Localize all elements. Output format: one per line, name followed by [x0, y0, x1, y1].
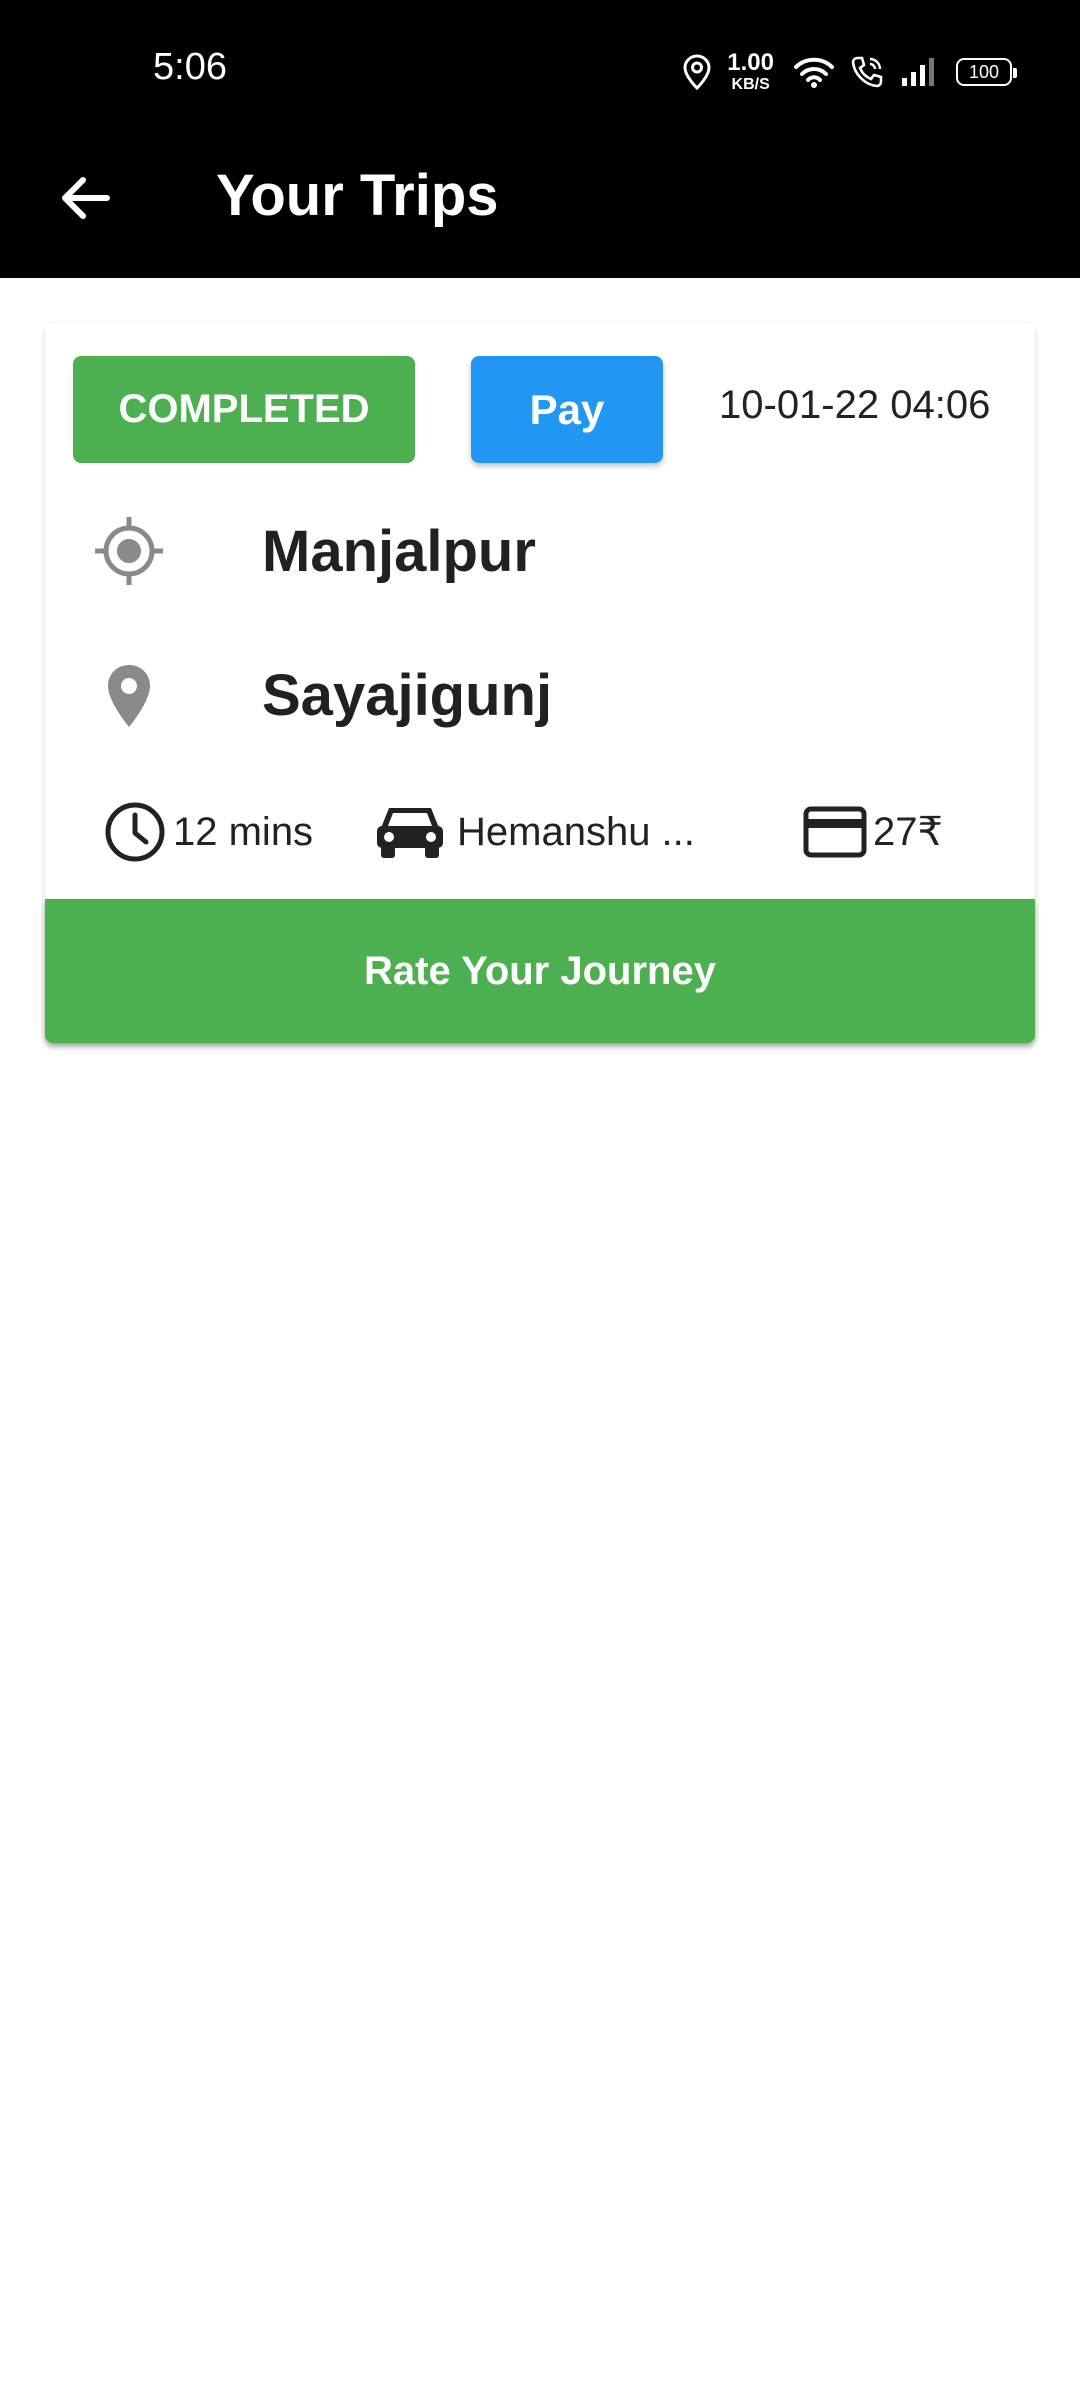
trip-fare: 27₹ [873, 810, 943, 854]
driver-item: Hemanshu ... [373, 797, 695, 867]
app-bar: Your Trips [0, 140, 1080, 278]
trip-status-badge: COMPLETED [73, 356, 415, 463]
car-icon [377, 808, 443, 858]
pay-button[interactable]: Pay [471, 356, 663, 463]
arrow-left-icon [62, 177, 110, 219]
status-icons: 1.00 KB/S 100 [683, 48, 1017, 96]
battery-icon: 100 [956, 58, 1017, 86]
dropoff-location: Sayajigunj [262, 663, 553, 728]
signal-icon [902, 58, 934, 86]
net-speed-indicator: 1.00 KB/S [727, 51, 774, 93]
map-pin-icon [108, 665, 150, 727]
status-time: 5:06 [153, 46, 227, 88]
net-speed-unit: KB/S [731, 76, 770, 93]
trip-meta-row: 12 mins Hemanshu ... 27₹ [45, 797, 1035, 867]
wifi-icon [794, 57, 834, 88]
duration-item: 12 mins [103, 797, 313, 867]
credit-card-icon [803, 806, 867, 858]
fare-item: 27₹ [803, 797, 943, 867]
gps-target-icon [95, 517, 163, 585]
clock-icon [105, 802, 165, 862]
rate-journey-button[interactable]: Rate Your Journey [45, 899, 1035, 1043]
wifi-calling-icon [851, 56, 883, 88]
net-speed-value: 1.00 [727, 49, 774, 76]
page-title: Your Trips [216, 163, 499, 228]
trip-datetime: 10-01-22 04:06 [719, 383, 991, 427]
driver-name: Hemanshu ... [457, 809, 695, 854]
pickup-location: Manjalpur [262, 519, 536, 584]
trip-duration: 12 mins [173, 809, 314, 854]
back-button[interactable] [52, 166, 116, 230]
trips-screen: 5:06 1.00 KB/S 100 Your Trips COMPLETED … [0, 0, 1080, 2400]
status-bar: 5:06 1.00 KB/S 100 [0, 0, 1080, 140]
trip-card[interactable]: COMPLETED Pay 10-01-22 04:06 Manjalpur S… [45, 323, 1035, 1043]
location-status-icon [683, 54, 711, 90]
